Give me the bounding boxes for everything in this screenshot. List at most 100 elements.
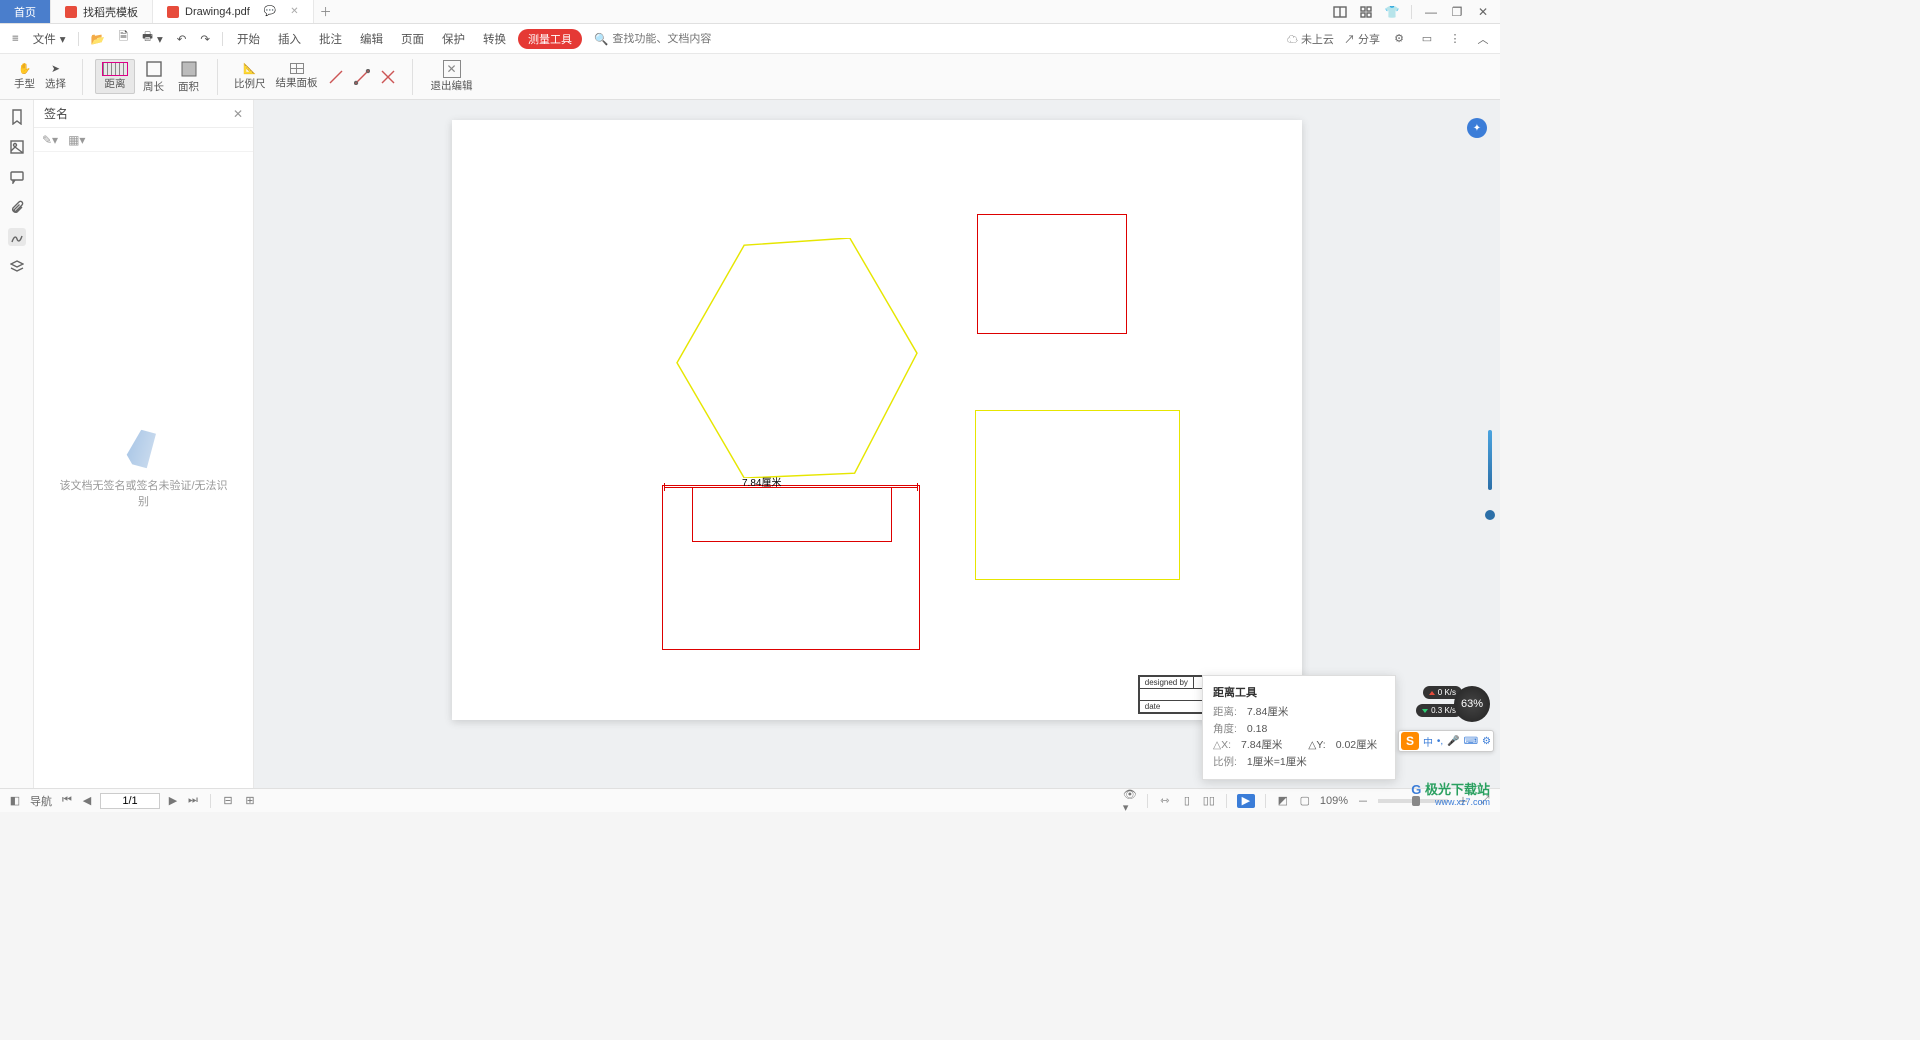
zoom-out-icon[interactable]: － (1356, 794, 1370, 808)
cloud-status[interactable]: ☁ 未上云 (1287, 31, 1334, 47)
window-restore-icon[interactable]: ❐ (1448, 3, 1466, 21)
tool-distance[interactable]: 距离 (95, 59, 135, 94)
tool-select[interactable]: ➤选择 (41, 63, 70, 91)
hand-icon: ✋ (18, 62, 31, 75)
distance-icon (102, 62, 128, 76)
menu-start[interactable]: 开始 (231, 31, 266, 47)
ime-logo-icon: S (1401, 732, 1419, 750)
page-input[interactable] (100, 793, 160, 809)
menu-page[interactable]: 页面 (395, 31, 430, 47)
feedback-icon[interactable]: ▭ (1418, 30, 1436, 48)
undo-icon[interactable]: ↶ (173, 32, 191, 46)
page-next-icon[interactable]: ▶ (166, 794, 180, 808)
fit-page-icon[interactable]: ▢ (1298, 794, 1312, 808)
menu-comment[interactable]: 批注 (313, 31, 348, 47)
crop-icon[interactable]: ◩ (1276, 794, 1290, 808)
single-page-icon[interactable]: ▯ (1180, 794, 1194, 808)
page-prev-icon[interactable]: ◀ (80, 794, 94, 808)
tool-perimeter[interactable]: 周长 (137, 57, 170, 96)
two-page-icon[interactable]: ▯▯ (1202, 794, 1216, 808)
rail-attachment-icon[interactable] (8, 198, 26, 216)
download-icon (1422, 709, 1428, 713)
menu-convert[interactable]: 转换 (477, 31, 512, 47)
cursor-icon: ➤ (51, 63, 60, 75)
zoom-value[interactable]: 109% (1320, 795, 1348, 807)
outline-icon[interactable]: ◧ (8, 794, 22, 808)
tool-hand[interactable]: ✋手型 (10, 62, 39, 91)
ime-punct-icon[interactable]: •, (1437, 736, 1443, 747)
network-badge: 0 K/s 0.3 K/s 63% (1412, 682, 1490, 726)
fit-width-icon[interactable]: ⇿ (1158, 794, 1172, 808)
tab-home[interactable]: 首页 (0, 0, 51, 23)
zoom-in-page-icon[interactable]: ⊞ (243, 794, 257, 808)
sidepanel-close-icon[interactable]: ✕ (233, 107, 243, 121)
rail-signature-icon[interactable] (8, 228, 26, 246)
ime-lang[interactable]: 中 (1423, 734, 1433, 749)
chat-bubble-icon[interactable]: 💬 (264, 6, 276, 17)
template-icon (65, 6, 77, 18)
menu-edit[interactable]: 编辑 (354, 31, 389, 47)
add-tab-button[interactable]: ＋ (314, 0, 338, 23)
signature-empty-icon (119, 424, 168, 473)
rail-layers-icon[interactable] (8, 258, 26, 276)
window-minimize-icon[interactable]: — (1422, 3, 1440, 21)
search-box[interactable]: 🔍 (594, 32, 752, 46)
rail-comment-icon[interactable] (8, 168, 26, 186)
tool-diag1[interactable] (324, 69, 348, 85)
redo-icon[interactable]: ↷ (196, 32, 214, 46)
menu-protect[interactable]: 保护 (436, 31, 471, 47)
pdf-page[interactable]: 7.84厘米 designed by SCALEREV. company nam… (452, 120, 1302, 720)
assistant-floater-icon[interactable]: ✦ (1467, 118, 1487, 138)
ime-settings-icon[interactable]: ⚙ (1482, 736, 1491, 747)
tool-diag2[interactable] (350, 69, 374, 85)
tool-ruler[interactable]: 📐比例尺 (230, 62, 270, 91)
rail-thumbnails-icon[interactable] (8, 138, 26, 156)
zoom-out-page-icon[interactable]: ⊟ (221, 794, 235, 808)
print-icon[interactable]: 🖶 ▾ (138, 29, 167, 48)
sidepanel-edit-icon[interactable]: ✎▾ (42, 133, 58, 147)
menu-measure[interactable]: 测量工具 (518, 29, 582, 49)
diag1-icon (328, 69, 344, 85)
eye-icon[interactable]: 👁▾ (1123, 794, 1137, 808)
more-icon[interactable]: ⋮ (1446, 30, 1464, 48)
sidepanel-grid-icon[interactable]: ▦▾ (68, 133, 85, 147)
tooltip-title: 距离工具 (1213, 684, 1385, 700)
play-icon[interactable]: ▶ (1237, 794, 1255, 808)
shape-rect-yellow (975, 410, 1180, 580)
ruler-icon: 📐 (243, 62, 256, 75)
status-nav-label[interactable]: 导航 (30, 793, 52, 809)
tool-exit[interactable]: ✕ 退出编辑 (425, 58, 479, 95)
close-tab-icon[interactable]: ✕ (290, 6, 298, 17)
tool-area[interactable]: 面积 (172, 57, 205, 96)
upload-icon (1429, 691, 1435, 695)
open-icon[interactable]: 📂 (87, 32, 109, 46)
page-first-icon[interactable]: ⏮ (60, 794, 74, 808)
gear-icon[interactable]: ⚙ (1390, 30, 1408, 48)
tool-results[interactable]: 结果面板 (272, 63, 322, 90)
apps-icon[interactable] (1357, 3, 1375, 21)
window-close-icon[interactable]: ✕ (1474, 3, 1492, 21)
layout-icon[interactable] (1331, 3, 1349, 21)
tool-diag3[interactable] (376, 69, 400, 85)
ime-mic-icon[interactable]: 🎤 (1447, 736, 1459, 747)
save-icon[interactable]: 🗎 (115, 29, 132, 48)
ime-keyboard-icon[interactable]: ⌨ (1464, 736, 1478, 747)
scroll-indicator[interactable] (1484, 400, 1496, 520)
search-icon: 🔍 (594, 32, 608, 46)
sidepanel-empty-text: 该文档无签名或签名未验证/无法识别 (54, 477, 233, 509)
page-last-icon[interactable]: ⏭ (186, 794, 200, 808)
hamburger-icon[interactable]: ≡ (8, 33, 23, 45)
measure-tooltip: 距离工具 距离:7.84厘米 角度:0.18 △X:7.84厘米 △Y:0.02… (1202, 675, 1396, 780)
menu-insert[interactable]: 插入 (272, 31, 307, 47)
ime-toolbar[interactable]: S 中 •, 🎤 ⌨ ⚙ (1398, 730, 1494, 752)
skin-icon[interactable]: 👕 (1383, 3, 1401, 21)
collapse-ribbon-icon[interactable]: ︿ (1474, 30, 1492, 48)
tab-templates[interactable]: 找稻壳模板 (51, 0, 153, 23)
tab-document[interactable]: Drawing4.pdf 💬 ✕ (153, 0, 314, 23)
file-menu[interactable]: 文件 ▾ (29, 31, 70, 47)
search-input[interactable] (612, 33, 752, 45)
rail-bookmark-icon[interactable] (8, 108, 26, 126)
share-button[interactable]: ↗ 分享 (1344, 31, 1380, 47)
measurement-label: 7.84厘米 (742, 474, 781, 489)
chevron-down-icon: ▾ (60, 32, 66, 46)
